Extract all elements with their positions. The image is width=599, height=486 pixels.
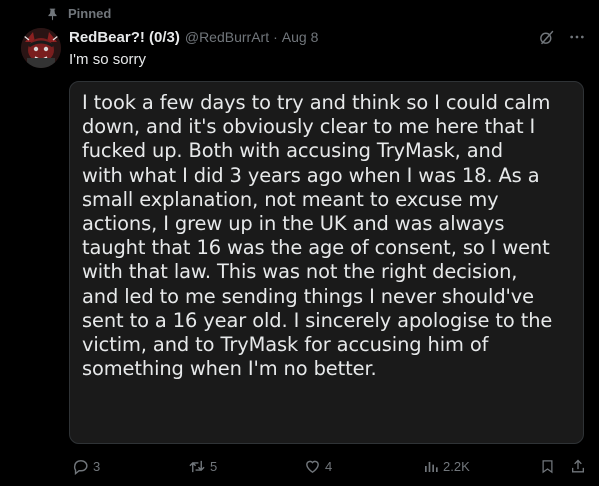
tweet-text: I'm so sorry — [69, 51, 147, 68]
pin-icon — [46, 7, 59, 21]
heart-icon — [304, 458, 321, 475]
avatar[interactable] — [21, 28, 61, 68]
grok-icon[interactable] — [538, 29, 555, 46]
image-text: I took a few days to try and think so I … — [82, 91, 553, 381]
views-button[interactable]: 2.2K — [423, 458, 470, 474]
reply-icon — [72, 458, 89, 475]
bookmark-icon — [540, 458, 555, 475]
share-button[interactable] — [570, 458, 586, 475]
reply-count: 3 — [93, 459, 101, 474]
author-name[interactable]: RedBear?! (0/3) — [69, 29, 180, 46]
header-actions — [538, 29, 585, 46]
tweet-image[interactable]: I took a few days to try and think so I … — [69, 81, 584, 444]
views-count: 2.2K — [443, 458, 470, 474]
like-count: 4 — [325, 459, 333, 474]
like-button[interactable]: 4 — [304, 458, 332, 475]
author-handle[interactable]: @RedBurrArt — [185, 29, 269, 45]
tweet-header: RedBear?! (0/3) @RedBurrArt · Aug 8 — [69, 28, 585, 46]
repost-icon — [188, 458, 206, 475]
pinned-indicator: Pinned — [46, 6, 111, 21]
tweet-date[interactable]: Aug 8 — [282, 29, 319, 45]
repost-button[interactable]: 5 — [188, 458, 217, 475]
pinned-label: Pinned — [68, 6, 112, 21]
bookmark-button[interactable] — [540, 458, 555, 475]
analytics-icon — [423, 458, 439, 474]
repost-count: 5 — [210, 459, 218, 474]
separator-dot: · — [273, 29, 278, 45]
more-options-icon[interactable] — [569, 29, 585, 45]
share-icon — [570, 458, 586, 475]
reply-button[interactable]: 3 — [72, 458, 100, 475]
